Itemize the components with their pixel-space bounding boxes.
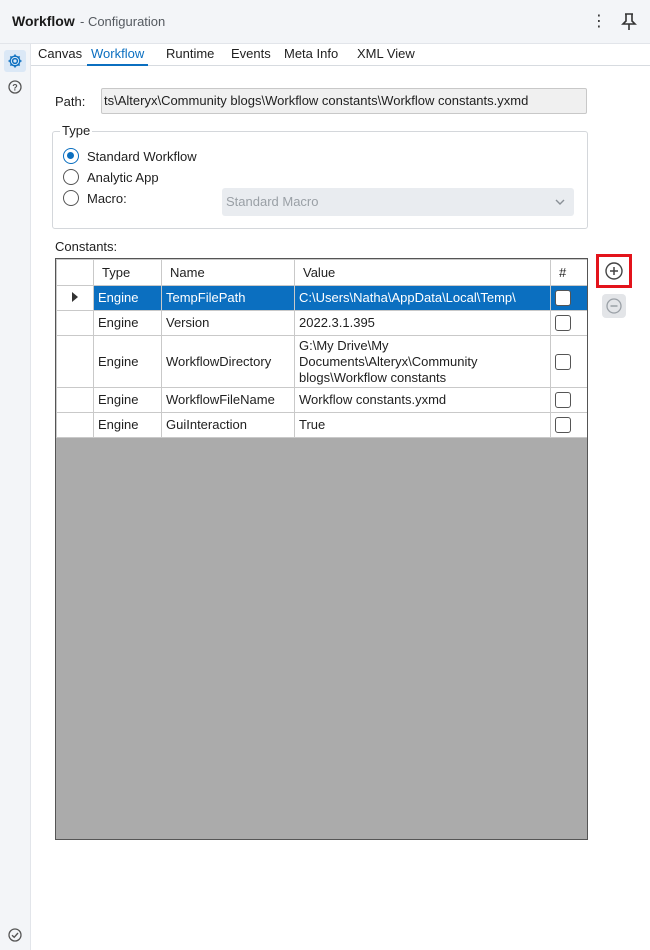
cell-type[interactable]: Engine [93,387,162,413]
radio-label: Standard Workflow [87,148,197,164]
cell-name[interactable]: Version [161,310,295,336]
numeric-checkbox[interactable] [555,290,571,307]
row-header[interactable] [56,335,94,388]
radio-analytic-app[interactable]: Analytic App [63,168,159,186]
numeric-checkbox[interactable] [555,315,571,332]
cell-type[interactable]: Engine [93,412,162,438]
cell-name[interactable]: WorkflowDirectory [161,335,295,388]
panel-title: Workflow [12,13,75,29]
numeric-checkbox[interactable] [555,353,571,370]
cell-value[interactable]: 2022.3.1.395 [294,310,551,336]
radio-button[interactable] [63,169,79,185]
cell-numeric[interactable] [550,285,587,311]
title-bar: Workflow - Configuration ⋮ [0,0,650,44]
tab-bar: Canvas Workflow Runtime Events Meta Info… [31,44,650,66]
check-circle-icon[interactable] [4,924,26,946]
cell-type[interactable]: Engine [93,335,162,388]
row-header[interactable] [56,387,94,413]
table-row[interactable]: Engine Version 2022.3.1.395 [56,310,587,336]
cell-value[interactable]: True [294,412,551,438]
plus-circle-icon[interactable] [604,261,624,281]
cell-value[interactable]: G:\My Drive\My Documents\Alteryx\Communi… [294,335,551,388]
cell-numeric[interactable] [550,335,587,388]
path-label: Path: [55,94,86,109]
row-header[interactable] [56,285,94,311]
table-row[interactable]: Engine GuiInteraction True [56,412,587,438]
table-row[interactable]: Engine WorkflowDirectory G:\My Drive\My … [56,335,587,388]
radio-label: Macro: [87,190,127,206]
column-header-type[interactable]: Type [93,259,162,286]
tab-xml-view[interactable]: XML View [357,46,415,66]
column-header-name[interactable]: Name [161,259,295,286]
cell-numeric[interactable] [550,310,587,336]
macro-type-value: Standard Macro [226,194,319,209]
constants-grid[interactable]: Type Name Value # Engine TempFilePath C:… [55,258,588,840]
gear-icon[interactable] [4,50,26,72]
constants-table: Type Name Value # Engine TempFilePath C:… [56,259,587,438]
tab-workflow[interactable]: Workflow [87,46,149,66]
row-header-corner [56,259,94,286]
row-header[interactable] [56,310,94,336]
macro-type-select[interactable]: Standard Macro [222,188,574,216]
minus-circle-icon [606,298,622,314]
tab-canvas[interactable]: Canvas [38,46,82,66]
cell-type[interactable]: Engine [93,285,162,311]
radio-button[interactable] [63,190,79,206]
radio-macro[interactable]: Macro: [63,189,127,207]
row-header[interactable] [56,412,94,438]
radio-label: Analytic App [87,169,159,185]
current-row-icon [72,292,78,302]
pin-icon[interactable] [620,12,638,32]
cell-name[interactable]: WorkflowFileName [161,387,295,413]
table-header-row: Type Name Value # [56,259,587,286]
cell-value[interactable]: Workflow constants.yxmd [294,387,551,413]
type-group-legend: Type [60,123,93,138]
radio-button[interactable] [63,148,79,164]
cell-name[interactable]: TempFilePath [161,285,295,311]
left-rail: ? [0,44,31,950]
column-header-value[interactable]: Value [294,259,551,286]
more-vertical-icon[interactable]: ⋮ [591,12,607,32]
panel-subtitle: - Configuration [80,14,166,29]
path-value: ts\Alteryx\Community blogs\Workflow cons… [104,93,529,108]
numeric-checkbox[interactable] [555,417,571,434]
cell-value[interactable]: C:\Users\Natha\AppData\Local\Temp\ [294,285,551,311]
path-field[interactable]: ts\Alteryx\Community blogs\Workflow cons… [101,88,587,114]
table-row[interactable]: Engine WorkflowFileName Workflow constan… [56,387,587,413]
tab-runtime[interactable]: Runtime [166,46,214,66]
chevron-down-icon [554,188,566,226]
remove-constant-button[interactable] [602,294,626,318]
cell-type[interactable]: Engine [93,310,162,336]
cell-name[interactable]: GuiInteraction [161,412,295,438]
cell-numeric[interactable] [550,387,587,413]
help-icon[interactable]: ? [4,76,26,98]
svg-text:?: ? [12,83,18,93]
tab-meta-info[interactable]: Meta Info [284,46,338,66]
constants-label: Constants: [55,239,118,254]
table-row[interactable]: Engine TempFilePath C:\Users\Natha\AppDa… [56,285,587,311]
numeric-checkbox[interactable] [555,392,571,409]
column-header-numeric[interactable]: # [550,259,587,286]
radio-standard-workflow[interactable]: Standard Workflow [63,147,197,165]
tab-events[interactable]: Events [231,46,271,66]
cell-numeric[interactable] [550,412,587,438]
